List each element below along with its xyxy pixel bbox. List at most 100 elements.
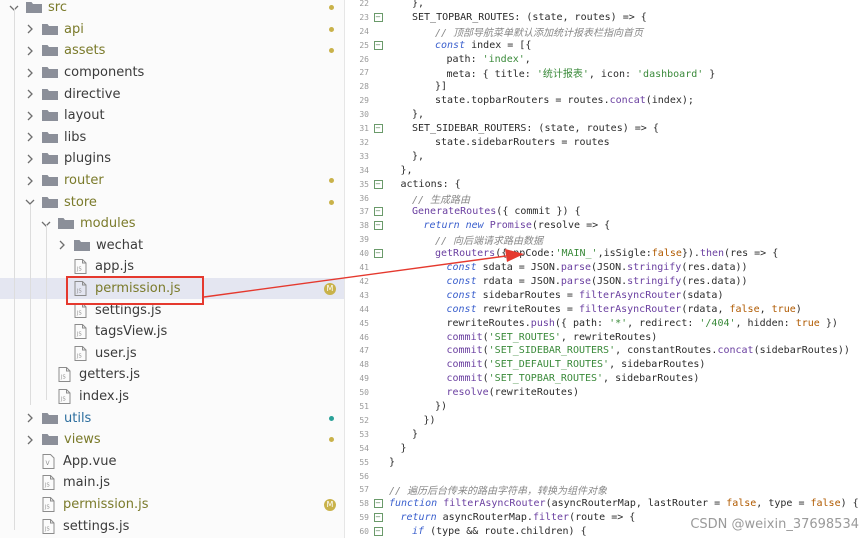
fold-toggle-icon[interactable]: − <box>373 207 383 217</box>
tree-item-views[interactable]: views <box>0 429 344 451</box>
code-line[interactable]: 34}, <box>345 163 865 177</box>
code-line[interactable]: 40− getRouters({appCode:'MAIN_',isSigle:f… <box>345 247 865 261</box>
tree-item-router[interactable]: router <box>0 170 344 192</box>
tree-item-assets[interactable]: assets <box>0 40 344 62</box>
code-line[interactable]: 51}) <box>345 400 865 414</box>
code-line[interactable]: 28}] <box>345 80 865 94</box>
code-line[interactable]: 45 rewriteRoutes.push({ path: '*', redire… <box>345 316 865 330</box>
chevron-right-icon[interactable] <box>24 131 36 143</box>
line-number: 50 <box>359 388 369 398</box>
code-line[interactable]: 57 // 遍历后台传来的路由字符串，转换为组件对象 <box>345 483 865 497</box>
fold-toggle-icon[interactable]: − <box>373 499 383 509</box>
fold-toggle-icon[interactable]: − <box>373 527 383 537</box>
fold-toggle-icon[interactable]: − <box>373 249 383 259</box>
tree-item-src[interactable]: src <box>0 0 344 19</box>
tree-item-app-vue[interactable]: V App.vue <box>0 451 344 473</box>
code-line[interactable]: 30}, <box>345 108 865 122</box>
code-line[interactable]: 33}, <box>345 149 865 163</box>
code-line[interactable]: 37− GenerateRoutes({ commit }) { <box>345 205 865 219</box>
code-line[interactable]: 41 const sdata = JSON.parse(JSON.stringif… <box>345 261 865 275</box>
code-line[interactable]: 58− function filterAsyncRouter(asyncRoute… <box>345 497 865 511</box>
tree-item-utils[interactable]: utils <box>0 407 344 429</box>
chevron-right-icon[interactable] <box>24 110 36 122</box>
chevron-right-icon[interactable] <box>24 45 36 57</box>
code-token: }, <box>412 0 425 9</box>
tree-item-directive[interactable]: directive <box>0 83 344 105</box>
code-line[interactable]: 46 commit('SET_ROUTES', rewriteRoutes) <box>345 330 865 344</box>
code-line[interactable]: 26 path: 'index', <box>345 52 865 66</box>
code-line[interactable]: 43 const sidebarRoutes = filterAsyncRoute… <box>345 288 865 302</box>
code-line[interactable]: 53} <box>345 427 865 441</box>
chevron-right-icon[interactable] <box>24 412 36 424</box>
code-line[interactable]: 36 // 生成路由 <box>345 191 865 206</box>
tree-item-index-js[interactable]: JS index.js <box>0 386 344 408</box>
chevron-right-icon[interactable] <box>24 153 36 165</box>
tree-item-layout[interactable]: layout <box>0 105 344 127</box>
chevron-right-icon[interactable] <box>24 23 36 35</box>
code-token: 'SET_SIDEBAR_ROUTERS' <box>488 345 616 357</box>
tree-item-libs[interactable]: libs <box>0 127 344 149</box>
code-line[interactable]: 24 // 顶部导航菜单默认添加统计报表栏指向首页 <box>345 24 865 39</box>
code-line[interactable]: 52}) <box>345 414 865 428</box>
tree-item-user-js[interactable]: JS user.js <box>0 343 344 365</box>
fold-toggle-icon[interactable]: − <box>373 40 383 50</box>
chevron-right-icon[interactable] <box>24 88 36 100</box>
code-line[interactable]: 42 const rdata = JSON.parse(JSON.stringif… <box>345 275 865 289</box>
code-text: function filterAsyncRouter(asyncRouterMa… <box>389 498 859 509</box>
code-line[interactable]: 25− const index = [{ <box>345 38 865 52</box>
code-line[interactable]: 27 meta: { title: '统计报表', icon: 'dashboar… <box>345 66 865 80</box>
tree-item-label: api <box>64 21 84 37</box>
fold-toggle-icon[interactable]: − <box>373 513 383 523</box>
chevron-right-icon[interactable] <box>24 67 36 79</box>
tree-item-main-js[interactable]: JS main.js <box>0 472 344 494</box>
code-line[interactable]: 54} <box>345 441 865 455</box>
tree-item-components[interactable]: components <box>0 62 344 84</box>
fold-toggle-icon[interactable]: − <box>373 221 383 231</box>
code-token: } <box>412 428 419 440</box>
code-line[interactable]: 55} <box>345 455 865 469</box>
code-line[interactable]: 56 <box>345 469 865 483</box>
code-line[interactable]: 44 const rewriteRoutes = filterAsyncRoute… <box>345 302 865 316</box>
code-line[interactable]: 32 state.sidebarRouters = routes <box>345 136 865 150</box>
svg-text:JS: JS <box>60 375 66 381</box>
code-token: }) <box>423 414 436 426</box>
folder-icon <box>42 131 64 144</box>
tree-item-wechat[interactable]: wechat <box>0 235 344 257</box>
tree-item-store[interactable]: store <box>0 191 344 213</box>
code-line[interactable]: 49 commit('SET_TOPBAR_ROUTES', sidebarRou… <box>345 372 865 386</box>
code-token: state.sidebarRouters = routes <box>435 136 610 148</box>
chevron-right-icon[interactable] <box>56 239 68 251</box>
chevron-right-icon[interactable] <box>24 175 36 187</box>
line-number: 57 <box>359 485 369 495</box>
code-line[interactable]: 22}, <box>345 0 865 10</box>
tree-item-tagsview-js[interactable]: JS tagsView.js <box>0 321 344 343</box>
chevron-right-icon[interactable] <box>24 434 36 446</box>
tree-item-plugins[interactable]: plugins <box>0 148 344 170</box>
tree-item-permission-js[interactable]: JS permission.js M <box>0 494 344 516</box>
code-text: }] <box>389 81 447 92</box>
fold-toggle-icon[interactable]: − <box>373 12 383 22</box>
code-line[interactable]: 35− actions: { <box>345 177 865 191</box>
fold-toggle-icon[interactable]: − <box>373 124 383 134</box>
code-token: } <box>389 456 396 468</box>
code-line[interactable]: 38− return new Promise(resolve => { <box>345 219 865 233</box>
code-line[interactable]: 29 state.topbarRouters = routes.concat(in… <box>345 94 865 108</box>
folder-icon <box>42 44 64 57</box>
code-line[interactable]: 23− SET_TOPBAR_ROUTES: (state, routes) =>… <box>345 10 865 24</box>
fold-toggle-icon[interactable]: − <box>373 179 383 189</box>
code-line[interactable]: 39 // 向后端请求路由数据 <box>345 233 865 247</box>
tree-item-api[interactable]: api <box>0 19 344 41</box>
code-line[interactable]: 47 commit('SET_SIDEBAR_ROUTERS', constant… <box>345 344 865 358</box>
tree-item-app-js[interactable]: JS app.js <box>0 256 344 278</box>
code-line[interactable]: 31− SET_SIDEBAR_ROUTERS: (state, routes) … <box>345 122 865 136</box>
code-editor[interactable]: 22}, 23− SET_TOPBAR_ROUTES: (state, routes… <box>345 0 865 538</box>
tree-item-getters-js[interactable]: JS getters.js <box>0 364 344 386</box>
code-line[interactable]: 50 resolve(rewriteRoutes) <box>345 386 865 400</box>
code-text: SET_SIDEBAR_ROUTERS: (state, routes) => … <box>389 123 659 134</box>
tree-item-settings-js[interactable]: JS settings.js <box>0 515 344 537</box>
tree-item-modules[interactable]: modules <box>0 213 344 235</box>
code-line[interactable]: 48 commit('SET_DEFAULT_ROUTES', sidebarRo… <box>345 358 865 372</box>
